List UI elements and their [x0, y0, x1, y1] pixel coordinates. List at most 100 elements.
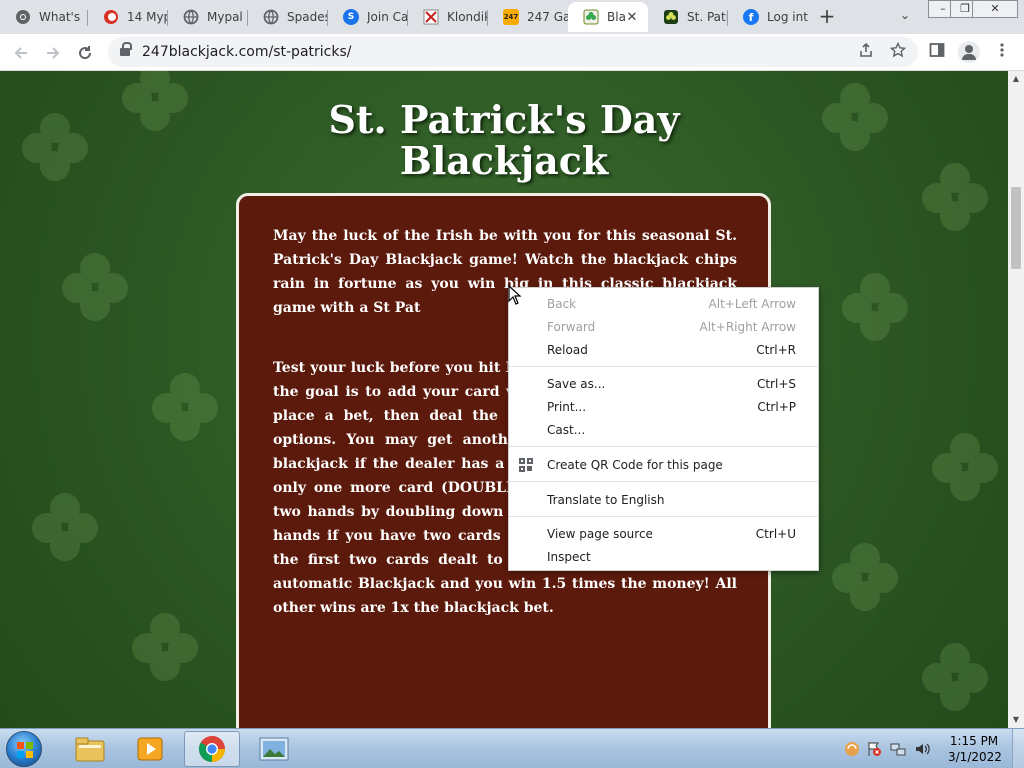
lock-icon	[120, 42, 132, 57]
side-panel-icon[interactable]	[927, 42, 947, 62]
tab-2[interactable]: Mypal	[168, 2, 248, 32]
scroll-up-arrow-icon[interactable]: ▲	[1008, 71, 1024, 87]
reload-button[interactable]	[72, 40, 98, 66]
address-bar[interactable]: 247blackjack.com/st-patricks/	[108, 37, 918, 67]
mouse-cursor-icon	[508, 285, 522, 305]
tab-search-button[interactable]: ⌄	[896, 8, 914, 26]
shamrock-decoration	[30, 491, 100, 561]
shamrock-decoration	[920, 161, 990, 231]
shamrock-decoration	[830, 541, 900, 611]
shamrock-decoration	[920, 641, 990, 711]
tab-title: Spades	[287, 10, 328, 24]
scrollbar-thumb[interactable]	[1011, 187, 1021, 269]
context-menu-item-view-page-source[interactable]: View page source Ctrl+U	[509, 523, 818, 546]
shamrock-decoration	[820, 81, 890, 151]
url-text: 247blackjack.com/st-patricks/	[142, 44, 352, 60]
clover-icon	[663, 9, 679, 25]
flash-player-icon[interactable]	[844, 741, 860, 757]
tab-7-active[interactable]: Bla ✕	[568, 2, 648, 32]
context-menu-item-cast[interactable]: Cast...	[509, 419, 818, 442]
context-menu-separator	[509, 366, 818, 367]
taskbar-media-player[interactable]	[122, 731, 178, 767]
swagbucks-icon: S	[343, 9, 359, 25]
context-menu: Back Alt+Left Arrow Forward Alt+Right Ar…	[508, 287, 819, 571]
scroll-down-arrow-icon[interactable]: ▼	[1008, 712, 1024, 728]
shamrock-decoration	[130, 611, 200, 681]
tab-0[interactable]: What's	[0, 2, 88, 32]
browser-toolbar: 247blackjack.com/st-patricks/	[0, 34, 1024, 71]
tab-title: Mypal	[207, 10, 243, 24]
chrome-icon	[198, 735, 225, 763]
back-arrow-icon	[14, 47, 27, 59]
shamrock-decoration	[120, 71, 190, 131]
show-desktop-button[interactable]	[1012, 729, 1024, 768]
context-menu-separator	[509, 446, 818, 447]
tab-title: Join Ca	[367, 10, 408, 24]
share-icon[interactable]	[856, 42, 876, 62]
forward-button[interactable]	[40, 40, 66, 66]
247-icon: 247	[503, 9, 519, 25]
tab-title: St. Patr	[687, 10, 728, 24]
tab-title: Log int	[767, 10, 808, 24]
qr-code-icon	[519, 458, 534, 473]
globe-icon	[263, 9, 279, 25]
taskbar-image-viewer[interactable]	[246, 731, 302, 767]
tab-5[interactable]: Klondik	[408, 2, 488, 32]
bookmark-star-icon[interactable]	[888, 41, 908, 62]
context-menu-item-translate[interactable]: Translate to English	[509, 489, 818, 512]
context-menu-item-print[interactable]: Print... Ctrl+P	[509, 396, 818, 419]
globe-icon	[183, 9, 199, 25]
kebab-menu-icon[interactable]	[992, 42, 1012, 62]
page-title: St. Patrick's Day Blackjack	[328, 97, 680, 183]
forward-arrow-icon	[47, 47, 60, 59]
context-menu-item-save-as[interactable]: Save as... Ctrl+S	[509, 373, 818, 396]
windows-logo-icon	[17, 742, 33, 758]
shamrock-decoration	[840, 271, 910, 341]
profile-avatar[interactable]	[958, 41, 980, 63]
context-menu-item-inspect[interactable]: Inspect	[509, 546, 818, 569]
context-menu-item-create-qr-code[interactable]: Create QR Code for this page	[509, 454, 818, 477]
action-center-flag-icon[interactable]	[866, 741, 882, 757]
shamrock-decoration	[930, 431, 1000, 501]
shamrock-decoration	[60, 251, 130, 321]
tab-4[interactable]: S Join Ca	[328, 2, 408, 32]
clock-date[interactable]: 3/1/2022	[948, 750, 1002, 764]
tab-title: 247 Ga	[527, 10, 568, 24]
windows-taskbar: 1:15 PM 3/1/2022	[0, 728, 1024, 768]
window-close-button[interactable]: ✕	[972, 0, 1018, 18]
chrome-icon	[15, 9, 31, 25]
taskbar-explorer[interactable]	[62, 731, 118, 767]
page-viewport: St. Patrick's Day Blackjack May the luck…	[0, 71, 1008, 728]
context-menu-item-forward[interactable]: Forward Alt+Right Arrow	[509, 316, 818, 339]
back-button[interactable]	[8, 40, 34, 66]
media-player-icon	[137, 737, 163, 761]
reload-icon	[79, 46, 92, 60]
context-menu-separator	[509, 481, 818, 482]
network-icon[interactable]	[890, 741, 906, 757]
mypoints-icon	[103, 9, 119, 25]
volume-icon[interactable]	[914, 741, 930, 757]
image-viewer-icon	[259, 737, 289, 761]
tab-title: What's	[39, 10, 81, 24]
tab-strip: What's 14 Myp Mypal Spades S Join Ca Klo…	[0, 0, 1024, 34]
new-tab-button[interactable]: +	[816, 6, 838, 28]
explorer-icon	[75, 737, 105, 762]
facebook-icon: f	[743, 9, 759, 25]
context-menu-item-back[interactable]: Back Alt+Left Arrow	[509, 293, 818, 316]
tab-1[interactable]: 14 Myp	[88, 2, 168, 32]
start-button[interactable]	[6, 731, 42, 767]
context-menu-separator	[509, 516, 818, 517]
klondike-icon	[423, 9, 439, 25]
taskbar-chrome[interactable]	[184, 731, 240, 767]
tab-3[interactable]: Spades	[248, 2, 328, 32]
tab-6[interactable]: 247 247 Ga	[488, 2, 568, 32]
blackjack-clover-icon	[583, 9, 599, 25]
context-menu-item-reload[interactable]: Reload Ctrl+R	[509, 339, 818, 362]
page-scrollbar[interactable]: ▲ ▼	[1008, 71, 1024, 728]
tab-8[interactable]: St. Patr	[648, 2, 728, 32]
clock-time[interactable]: 1:15 PM	[948, 734, 1000, 748]
shamrock-decoration	[20, 111, 90, 181]
tab-9[interactable]: f Log int	[728, 2, 808, 32]
tab-close-button[interactable]: ✕	[624, 10, 640, 26]
tab-title: Klondik	[447, 10, 488, 24]
